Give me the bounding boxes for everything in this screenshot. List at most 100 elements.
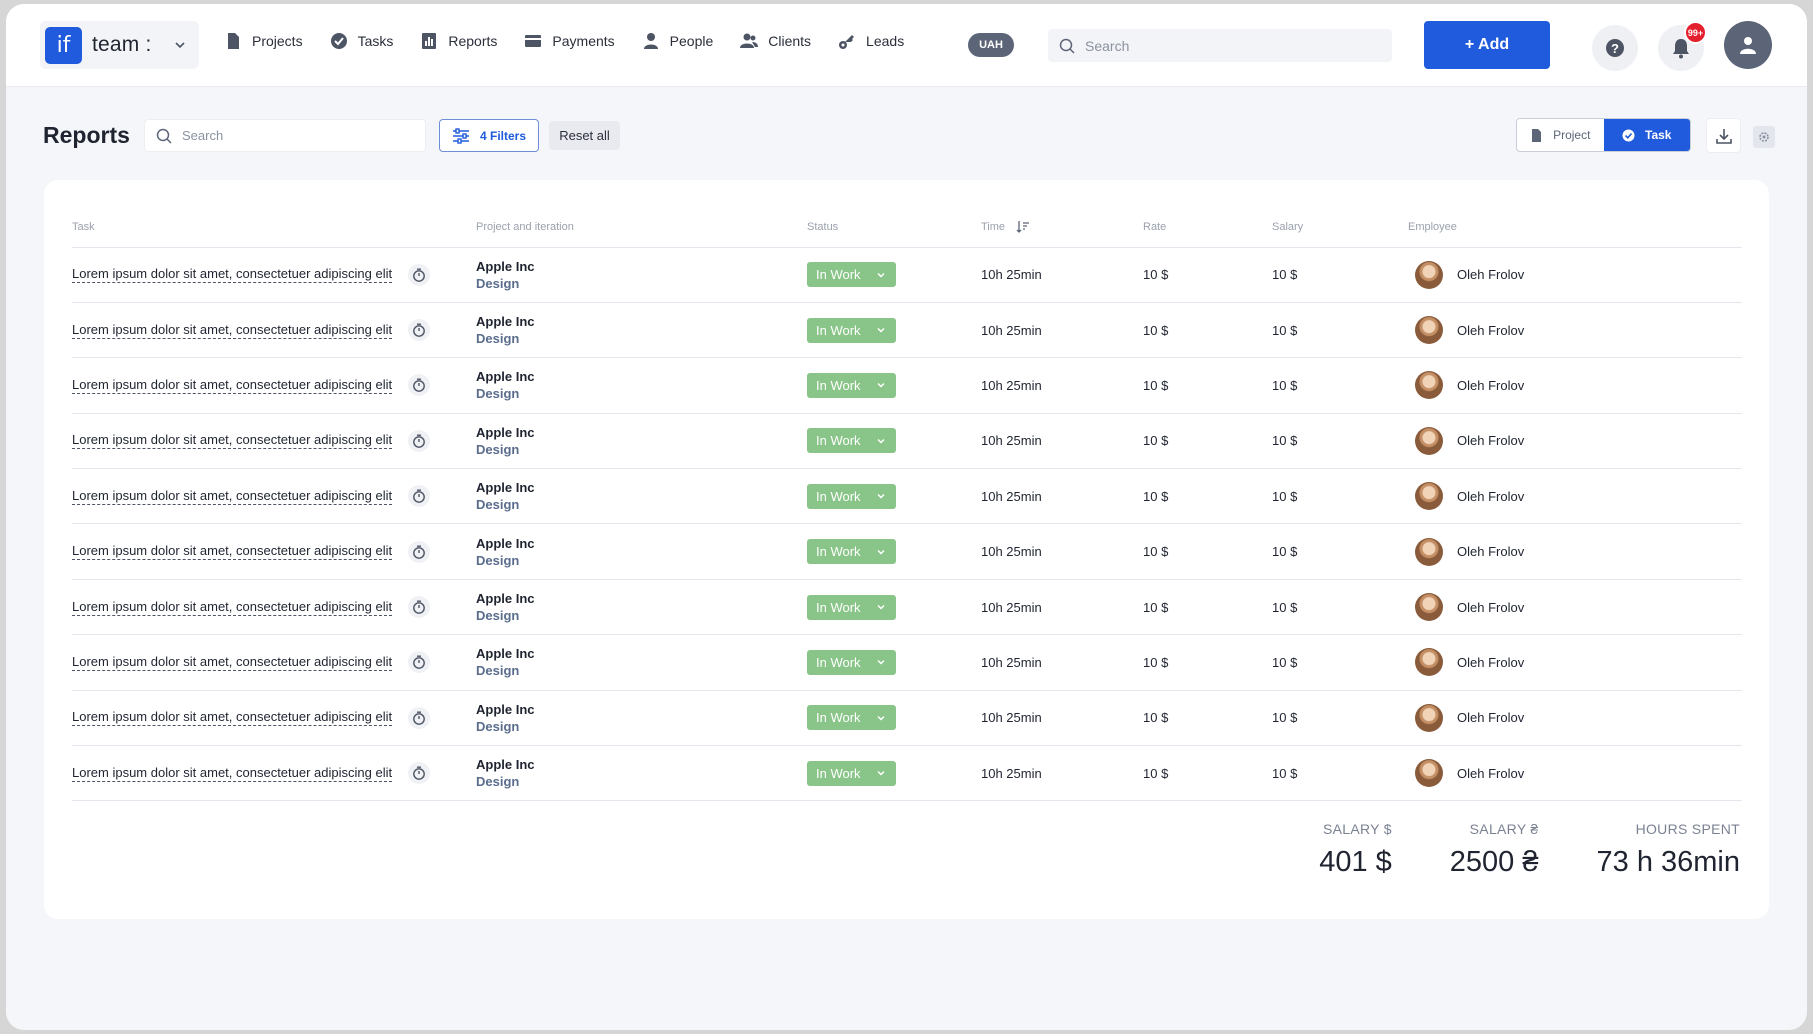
chevron-down-icon <box>877 272 885 278</box>
nav-item-leads[interactable]: Leads <box>838 32 904 50</box>
status-dropdown[interactable]: In Work <box>807 760 896 786</box>
timer-button[interactable] <box>408 374 431 397</box>
total-salary-uah-label: SALARY ₴ <box>1469 821 1539 837</box>
team-switcher[interactable]: if team : <box>40 21 199 69</box>
global-search-input[interactable] <box>1085 37 1385 54</box>
employee[interactable]: Oleh Frolov <box>1408 482 1742 511</box>
employee[interactable]: Oleh Frolov <box>1408 593 1742 622</box>
help-icon: ? <box>1606 39 1624 57</box>
status-cell: In Work <box>807 745 981 802</box>
settings-button[interactable] <box>1753 126 1775 148</box>
task-link[interactable]: Lorem ipsum dolor sit amet, consectetuer… <box>72 322 393 339</box>
key-icon <box>839 35 855 49</box>
filters-button[interactable]: 4 Filters <box>439 119 539 152</box>
task-link[interactable]: Lorem ipsum dolor sit amet, consectetuer… <box>72 543 393 561</box>
nav-item-projects[interactable]: Projects <box>224 32 303 50</box>
employee[interactable]: Oleh Frolov <box>1408 648 1742 677</box>
reset-all-button[interactable]: Reset all <box>549 121 620 150</box>
timer-button[interactable] <box>408 706 431 729</box>
status-dropdown[interactable]: In Work <box>807 539 896 565</box>
task-link[interactable]: Lorem ipsum dolor sit amet, consectetuer… <box>72 377 393 394</box>
notifications-button[interactable]: 99+ <box>1658 21 1707 71</box>
employee[interactable]: Oleh Frolov <box>1408 537 1742 566</box>
employee[interactable]: Oleh Frolov <box>1408 759 1742 788</box>
view-project-option[interactable]: Project <box>1517 119 1604 151</box>
task-link[interactable]: Lorem ipsum dolor sit amet, consectetuer… <box>72 765 393 782</box>
search-icon <box>1059 38 1075 54</box>
view-toggle: Project Task <box>1516 118 1691 152</box>
status-label: In Work <box>816 654 861 670</box>
main-nav: Projects Tasks Reports Payments People C… <box>224 32 931 50</box>
task-link[interactable]: Lorem ipsum dolor sit amet, consectetuer… <box>72 599 393 616</box>
status-label: In Work <box>816 267 861 283</box>
project-name: Apple Inc <box>476 480 535 496</box>
reports-search-input[interactable] <box>182 128 422 143</box>
employee[interactable]: Oleh Frolov <box>1408 426 1742 455</box>
status-dropdown[interactable]: In Work <box>807 483 896 509</box>
status-label: In Work <box>816 544 861 560</box>
timer-button[interactable] <box>408 762 431 785</box>
timer-button[interactable] <box>408 540 431 563</box>
avatar <box>1415 759 1443 788</box>
task-link[interactable]: Lorem ipsum dolor sit amet, consectetuer… <box>72 709 393 727</box>
employee-name: Oleh Frolov <box>1457 654 1525 670</box>
nav-item-tasks[interactable]: Tasks <box>330 32 393 50</box>
total-salary-usd-value: 401 $ <box>1319 846 1392 878</box>
column-header-salary[interactable]: Salary <box>1272 208 1408 248</box>
timer-button[interactable] <box>408 429 431 452</box>
column-header-rate[interactable]: Rate <box>1143 208 1272 248</box>
employee[interactable]: Oleh Frolov <box>1408 260 1742 289</box>
task-cell-content: Lorem ipsum dolor sit amet, consectetuer… <box>72 485 476 508</box>
column-header-time-label: Time <box>981 221 1006 234</box>
reports-search <box>144 119 426 152</box>
timer-button[interactable] <box>408 263 431 286</box>
task-cell-content: Lorem ipsum dolor sit amet, consectetuer… <box>72 319 476 342</box>
nav-item-clients[interactable]: Clients <box>740 32 811 50</box>
status-dropdown[interactable]: In Work <box>807 649 896 675</box>
timer-button[interactable] <box>408 319 431 342</box>
chart-icon <box>422 33 437 49</box>
nav-item-reports[interactable]: Reports <box>420 32 497 50</box>
employee[interactable]: Oleh Frolov <box>1408 371 1742 400</box>
user-avatar[interactable] <box>1724 21 1772 69</box>
column-header-status[interactable]: Status <box>807 208 981 248</box>
timer-button[interactable] <box>408 485 431 508</box>
timer-button[interactable] <box>408 651 431 674</box>
column-header-task[interactable]: Task <box>72 208 476 248</box>
status-dropdown[interactable]: In Work <box>807 317 896 343</box>
status-dropdown[interactable]: In Work <box>807 594 896 620</box>
sort-icon[interactable] <box>1016 220 1030 234</box>
status-dropdown[interactable]: In Work <box>807 372 896 398</box>
status-dropdown[interactable]: In Work <box>807 428 896 454</box>
task-link[interactable]: Lorem ipsum dolor sit amet, consectetuer… <box>72 266 393 284</box>
task-link[interactable]: Lorem ipsum dolor sit amet, consectetuer… <box>72 488 393 505</box>
status-label: In Work <box>816 377 861 393</box>
column-header-employee[interactable]: Employee <box>1408 208 1742 248</box>
status-label: In Work <box>816 488 861 504</box>
rate-cell: 10 $ <box>1143 413 1272 470</box>
currency-badge[interactable]: UAH <box>968 33 1014 57</box>
table-row: Lorem ipsum dolor sit amet, consectetuer… <box>72 302 1742 359</box>
view-task-option[interactable]: Task <box>1603 119 1690 151</box>
chevron-down-icon <box>877 771 885 776</box>
task-cell-content: Lorem ipsum dolor sit amet, consectetuer… <box>72 540 476 563</box>
timer-button[interactable] <box>408 596 431 619</box>
nav-item-payments[interactable]: Payments <box>524 32 615 50</box>
task-link[interactable]: Lorem ipsum dolor sit amet, consectetuer… <box>72 654 393 671</box>
status-dropdown[interactable]: In Work <box>807 262 896 288</box>
task-link[interactable]: Lorem ipsum dolor sit amet, consectetuer… <box>72 432 393 450</box>
salary-cell: 10 $ <box>1272 690 1408 747</box>
add-button[interactable]: + Add <box>1424 21 1550 69</box>
help-button[interactable]: ? <box>1592 25 1638 71</box>
column-header-project[interactable]: Project and iteration <box>476 208 807 248</box>
project-name: Apple Inc <box>476 757 535 773</box>
task-cell-content: Lorem ipsum dolor sit amet, consectetuer… <box>72 762 476 785</box>
download-button[interactable] <box>1706 118 1741 153</box>
column-header-time[interactable]: Time <box>981 208 1143 248</box>
status-dropdown[interactable]: In Work <box>807 705 896 731</box>
employee[interactable]: Oleh Frolov <box>1408 703 1742 732</box>
employee[interactable]: Oleh Frolov <box>1408 316 1742 345</box>
project-cell: Apple Inc Design <box>476 247 807 303</box>
table-row: Lorem ipsum dolor sit amet, consectetuer… <box>72 357 1742 414</box>
nav-item-people[interactable]: People <box>642 32 713 50</box>
